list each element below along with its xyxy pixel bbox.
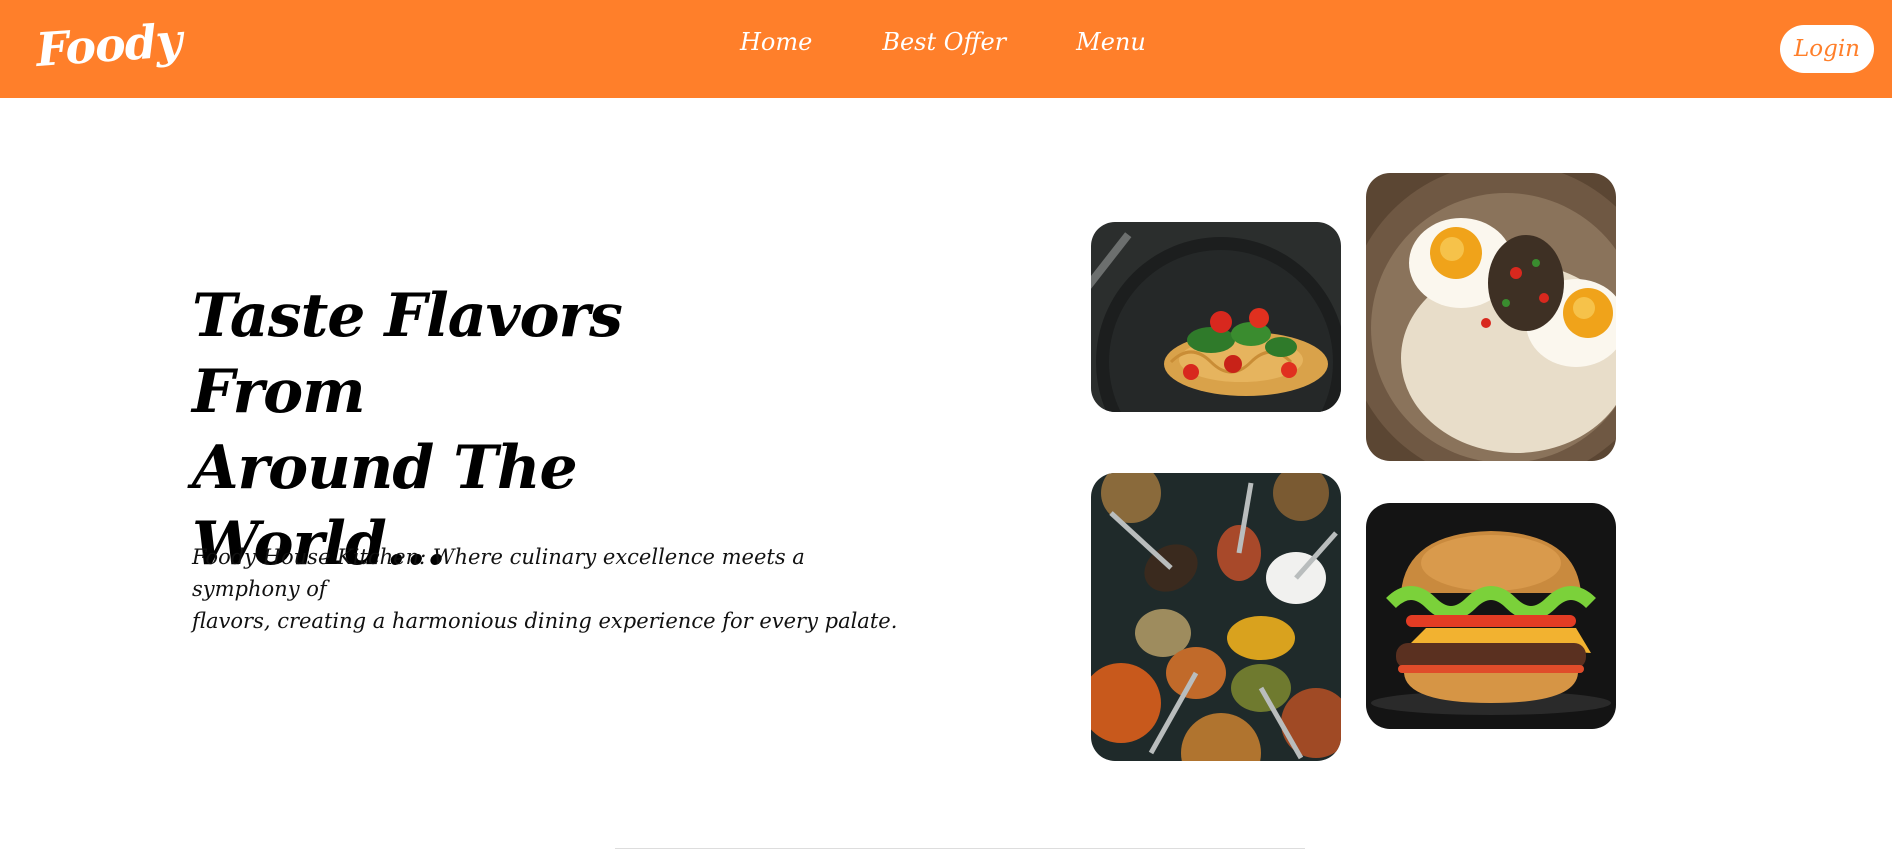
login-button[interactable]: Login — [1780, 25, 1874, 73]
main-nav: Home Best Offer Menu — [740, 28, 1146, 56]
nav-link-home[interactable]: Home — [740, 28, 812, 56]
fried-eggs-dish-image — [1366, 173, 1616, 461]
hero-description-line-1: Foody House Kitchen: Where culinary exce… — [192, 545, 805, 601]
burger-image — [1366, 503, 1616, 729]
hero-title-line-2: Around The — [192, 433, 578, 503]
foody-logo[interactable]: Foody — [34, 13, 183, 77]
spices-image — [1091, 473, 1341, 761]
hero-title-line-1: Taste Flavors From — [192, 281, 623, 427]
section-divider — [615, 848, 1305, 849]
nav-link-best-offer[interactable]: Best Offer — [882, 28, 1006, 56]
pasta-dish-image — [1091, 222, 1341, 412]
hero-title: Taste Flavors From Around The World... — [192, 278, 812, 582]
nav-link-menu[interactable]: Menu — [1076, 28, 1146, 56]
hero-description: Foody House Kitchen: Where culinary exce… — [192, 541, 912, 637]
top-navbar: Foody Home Best Offer Menu Login — [0, 0, 1892, 98]
hero-description-line-2: flavors, creating a harmonious dining ex… — [192, 609, 898, 633]
